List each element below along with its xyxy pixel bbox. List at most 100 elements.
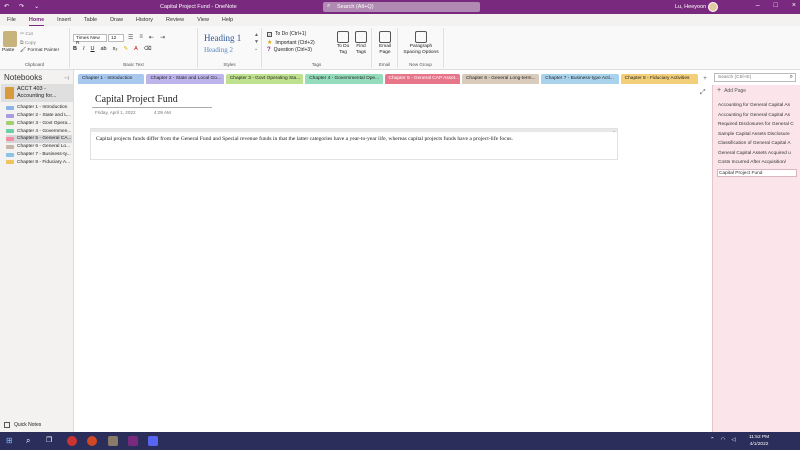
powerpoint-icon[interactable] xyxy=(87,436,97,446)
volume-icon[interactable]: ◁ xyxy=(731,437,735,443)
section-tab[interactable]: Chapter 6 - General Long-term... xyxy=(461,74,540,84)
onenote-icon[interactable] xyxy=(128,436,138,446)
section-item[interactable]: Chapter 2 - State and L... xyxy=(6,112,72,120)
tab-help[interactable]: Help xyxy=(222,14,233,26)
user-name[interactable]: Lu, Heeyoon xyxy=(675,4,706,10)
copy-label: Copy xyxy=(24,41,36,46)
page-title[interactable]: Capital Project Fund xyxy=(95,94,178,105)
redo-icon[interactable]: ↷ xyxy=(19,3,24,10)
page-item[interactable]: Accounting for General Capital As xyxy=(718,102,798,110)
pin-icon[interactable]: ⊣ xyxy=(64,75,69,82)
section-tab[interactable]: Chapter 3 - Govt Operating Sta... xyxy=(225,74,304,84)
tab-file[interactable]: File xyxy=(7,14,16,26)
section-tab[interactable]: Chapter 1 - Introduction xyxy=(78,74,145,84)
section-item[interactable]: Chapter 8 - Fiduciary A... xyxy=(6,159,72,167)
bullets-icon[interactable]: ☰ xyxy=(128,34,133,41)
close-icon[interactable]: × xyxy=(792,2,796,9)
section-tab[interactable]: Chapter 7 - Business-type Acti... xyxy=(541,74,619,84)
underline-button[interactable]: U xyxy=(91,46,95,52)
strikethrough-icon[interactable]: ab xyxy=(101,46,107,52)
todo-tag-button[interactable]: To Do Tag xyxy=(335,31,351,56)
page-item[interactable]: Costs Incurred After Acquisition/ xyxy=(718,159,798,167)
discord-icon[interactable] xyxy=(148,436,158,446)
email-page-label: Email Page xyxy=(379,44,391,55)
section-item[interactable]: Chapter 3 - Govt Opera... xyxy=(6,120,72,128)
tag-question[interactable]: ? Question (Ctrl+3) xyxy=(267,47,312,53)
avatar[interactable] xyxy=(708,2,718,12)
highlight-icon[interactable]: ✎ xyxy=(124,46,129,52)
font-size-select[interactable]: 12 xyxy=(108,34,124,42)
container-bar[interactable] xyxy=(91,129,617,132)
section-tab[interactable]: Chapter 2 - State and Local Go... xyxy=(146,74,224,84)
undo-icon[interactable]: ↶ xyxy=(4,3,9,10)
wifi-icon[interactable]: ◠ xyxy=(721,437,726,443)
quick-notes[interactable]: Quick Notes xyxy=(4,422,41,428)
outdent-icon[interactable]: ⇥ xyxy=(160,34,165,41)
customize-icon[interactable]: ⌄ xyxy=(34,3,39,10)
add-section-icon[interactable]: + xyxy=(700,74,710,84)
paragraph-spacing-button[interactable]: Paragraph Spacing Options xyxy=(401,31,441,56)
chrome-icon[interactable] xyxy=(67,436,77,446)
styles-scroll-icon[interactable]: ▲ ▼ ⌄ xyxy=(254,32,259,53)
page-time: 4:09 AM xyxy=(154,110,171,115)
numbering-icon[interactable]: ≡ xyxy=(139,34,143,41)
page-search-placeholder: Search (Ctrl+E) xyxy=(718,75,752,80)
section-tab[interactable]: Chapter 4 - Governmental Ope... xyxy=(305,74,383,84)
page-item[interactable]: Required Disclosures for General C xyxy=(718,121,798,129)
paste-button[interactable]: Paste xyxy=(2,48,14,53)
page-item[interactable]: Capital Project Fund xyxy=(717,168,797,177)
tab-home[interactable]: Home xyxy=(28,14,45,26)
app-icon[interactable] xyxy=(108,436,118,446)
windows-start-icon[interactable]: ⊞ xyxy=(6,436,16,446)
section-tab[interactable]: Chapter 5 - General CAP Asset... xyxy=(384,74,460,84)
format-painter-button[interactable]: 🖌 Format Painter xyxy=(20,48,59,53)
heading2-style[interactable]: Heading 2 xyxy=(204,46,233,54)
section-item[interactable]: Chapter 1 - Introduction xyxy=(6,104,72,112)
add-page-button[interactable]: + Add Page xyxy=(717,87,746,94)
page-search-input[interactable]: Search (Ctrl+E) ⌕ xyxy=(714,73,796,82)
tab-insert[interactable]: Insert xyxy=(57,14,71,26)
copy-button[interactable]: ⧉ Copy xyxy=(20,40,36,46)
tab-history[interactable]: History xyxy=(136,14,153,26)
subscript-icon[interactable]: x₂ xyxy=(113,46,118,52)
expand-icon[interactable]: ⤢ xyxy=(700,89,706,97)
task-view-icon[interactable]: ❐ xyxy=(46,436,56,446)
minimize-icon[interactable]: – xyxy=(756,2,760,9)
tab-review[interactable]: Review xyxy=(166,14,184,26)
note-container[interactable]: ↔ Capital projects funds differ from the… xyxy=(90,128,618,160)
page-item[interactable]: Sample Capital Assets Disclosure xyxy=(718,131,798,139)
font-family-select[interactable]: Times New R xyxy=(73,34,107,46)
indent-icon[interactable]: ⇤ xyxy=(149,34,154,41)
search-icon[interactable]: ⌕ xyxy=(26,436,36,446)
font-color-icon[interactable]: A xyxy=(134,46,138,52)
page-item[interactable]: Accounting for General Capital As xyxy=(718,112,798,120)
tag-todo[interactable]: ✓ To Do (Ctrl+1) xyxy=(267,31,306,37)
tab-draw[interactable]: Draw xyxy=(110,14,123,26)
section-item[interactable]: Chapter 4 - Governmen... xyxy=(6,127,72,135)
chevron-up-icon[interactable]: ⌃ xyxy=(710,437,715,443)
resize-grip-icon[interactable]: ↔ xyxy=(612,128,616,133)
page-item[interactable]: Classification of General Capital A xyxy=(718,140,798,148)
tag-important[interactable]: ★ Important (Ctrl+2) xyxy=(267,39,315,47)
note-body[interactable]: Capital projects funds differ from the G… xyxy=(96,136,513,142)
maximize-icon[interactable]: □ xyxy=(774,2,778,9)
search-box[interactable]: ⌕ Search (Alt+Q) xyxy=(323,2,480,12)
current-notebook[interactable]: ACCT 403 - Accounting for... xyxy=(1,84,73,102)
section-tab[interactable]: Chapter 8 - Fiduciary Activities xyxy=(620,74,699,84)
section-item[interactable]: Chapter 5 - General CA... xyxy=(6,135,72,143)
tab-view[interactable]: View xyxy=(197,14,209,26)
cut-button[interactable]: ✂ Cut xyxy=(20,32,33,37)
bold-button[interactable]: B xyxy=(73,46,77,52)
clear-format-icon[interactable]: ⌫ xyxy=(144,46,152,52)
paste-icon[interactable] xyxy=(3,31,17,47)
notebooks-header[interactable]: Notebooks xyxy=(4,73,42,82)
italic-button[interactable]: I xyxy=(83,46,85,52)
heading1-style[interactable]: Heading 1 xyxy=(204,33,241,43)
email-page-button[interactable]: Email Page xyxy=(376,31,394,56)
find-tags-button[interactable]: Find Tags xyxy=(353,31,369,56)
section-item[interactable]: Chapter 7 - Business-ty... xyxy=(6,151,72,159)
page-item[interactable]: General Capital Assets Acquired u xyxy=(718,150,798,158)
tab-table[interactable]: Table xyxy=(84,14,97,26)
section-item[interactable]: Chapter 6 - General Lo... xyxy=(6,143,72,151)
clock[interactable]: 11:52 PM 4/1/2022 xyxy=(749,434,769,448)
